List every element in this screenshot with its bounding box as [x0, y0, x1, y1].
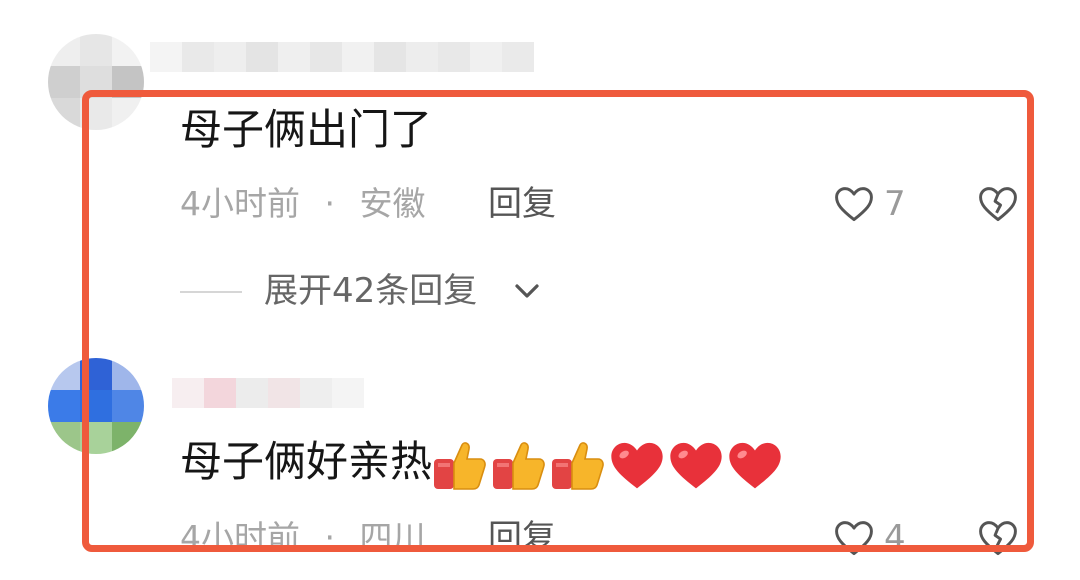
username-blurred[interactable]	[172, 378, 382, 408]
red-heart-emoji	[611, 442, 663, 488]
red-heart-emoji	[729, 442, 781, 488]
comment-text: 母子俩好亲热	[180, 432, 786, 492]
chevron-down-icon[interactable]	[512, 278, 542, 304]
comment-time: 4小时前	[180, 518, 300, 557]
username-blurred[interactable]	[150, 42, 550, 72]
comment-meta: 4小时前 · 四川	[180, 516, 426, 560]
expand-divider	[180, 291, 242, 293]
comment-text-content: 母子俩好亲热	[180, 437, 433, 486]
avatar[interactable]	[48, 34, 144, 130]
red-heart-emoji	[670, 442, 722, 488]
like-count: 7	[884, 184, 906, 224]
like-count: 4	[884, 518, 906, 558]
thumbs-up-emoji	[493, 441, 545, 490]
avatar[interactable]	[48, 358, 144, 454]
comment-time: 4小时前	[180, 184, 300, 223]
thumbs-up-emoji	[552, 441, 604, 490]
meta-separator: ·	[324, 518, 336, 557]
thumbs-up-emoji	[434, 441, 486, 490]
reply-button[interactable]: 回复	[488, 516, 556, 560]
comment-location: 安徽	[359, 184, 426, 223]
meta-separator: ·	[324, 184, 336, 223]
emoji-row	[432, 437, 786, 490]
comment-meta: 4小时前 · 安徽	[180, 182, 426, 226]
broken-heart-icon[interactable]	[976, 182, 1020, 226]
heart-outline-icon[interactable]	[832, 182, 876, 226]
reply-button[interactable]: 回复	[488, 182, 556, 226]
heart-outline-icon[interactable]	[832, 516, 876, 560]
comment-text: 母子俩出门了	[180, 105, 433, 154]
comment-location: 四川	[359, 518, 426, 557]
expand-replies-label[interactable]: 展开42条回复	[264, 268, 477, 314]
broken-heart-icon[interactable]	[976, 516, 1020, 560]
